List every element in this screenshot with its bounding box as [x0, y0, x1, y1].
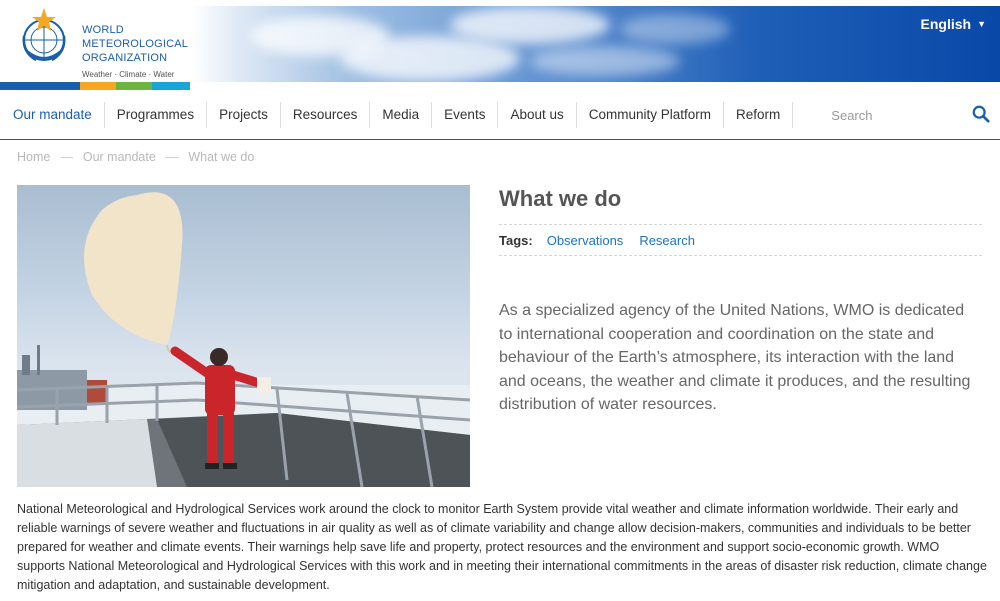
breadcrumb-separator: —: [60, 150, 73, 164]
org-name: WORLD METEOROLOGICAL ORGANIZATION: [82, 24, 188, 64]
color-strip: [0, 82, 190, 90]
nav-community-platform[interactable]: Community Platform: [577, 102, 725, 128]
tags-label: Tags:: [499, 232, 533, 248]
weather-balloon-photo: [17, 185, 470, 487]
un-emblem-icon: [22, 8, 66, 62]
nav-resources[interactable]: Resources: [281, 102, 371, 128]
intro-paragraph: As a specialized agency of the United Na…: [499, 302, 971, 413]
nav-events[interactable]: Events: [432, 102, 499, 128]
tag-observations[interactable]: Observations: [547, 233, 624, 248]
tags-row: Tags: Observations Research: [499, 224, 982, 256]
nav-programmes[interactable]: Programmes: [105, 102, 208, 128]
main-nav: Our mandate Programmes Projects Resource…: [0, 91, 1000, 140]
breadcrumb-our-mandate[interactable]: Our mandate: [83, 150, 156, 164]
search-icon[interactable]: [972, 105, 990, 123]
nav-our-mandate[interactable]: Our mandate: [0, 102, 105, 128]
tagline: Weather · Climate · Water: [82, 70, 175, 79]
nav-media[interactable]: Media: [370, 102, 433, 128]
nav-reform[interactable]: Reform: [724, 102, 794, 128]
breadcrumb-current: What we do: [188, 150, 255, 164]
tag-research[interactable]: Research: [639, 233, 695, 248]
sky-banner: [190, 6, 1000, 82]
language-selector[interactable]: English ▼: [921, 16, 986, 32]
wmo-logo[interactable]: WORLD METEOROLOGICAL ORGANIZATION Weathe…: [14, 6, 194, 82]
body-paragraph: National Meteorological and Hydrological…: [17, 502, 987, 592]
photo-illustration: [17, 192, 470, 487]
breadcrumb: Home — Our mandate — What we do: [17, 150, 254, 164]
language-label: English: [920, 16, 972, 32]
nav-about-us[interactable]: About us: [498, 102, 577, 128]
nav-projects[interactable]: Projects: [207, 102, 281, 128]
breadcrumb-separator: —: [165, 150, 179, 164]
search-input[interactable]: [831, 102, 982, 128]
page-title: What we do: [499, 186, 622, 211]
caret-down-icon: ▼: [977, 19, 986, 29]
site-header: WORLD METEOROLOGICAL ORGANIZATION Weathe…: [0, 0, 1000, 91]
breadcrumb-home[interactable]: Home: [17, 150, 50, 164]
